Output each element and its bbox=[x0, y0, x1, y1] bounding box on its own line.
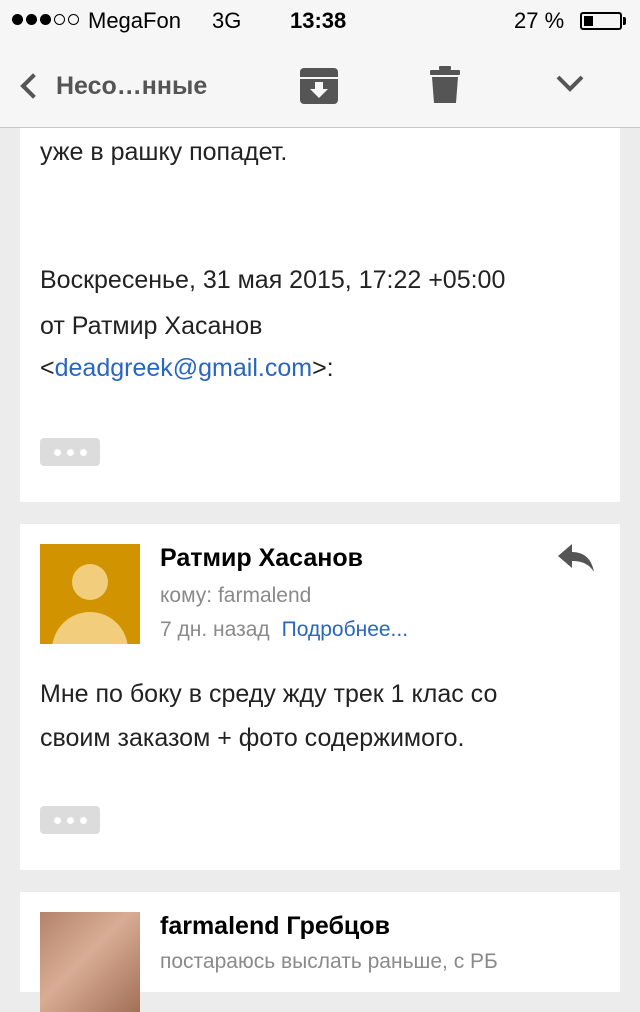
message-preview: постараюсь выслать раньше, с РБ bbox=[160, 950, 498, 973]
avatar bbox=[40, 544, 140, 644]
show-quoted-text-button[interactable] bbox=[40, 438, 100, 466]
details-link[interactable]: Подробнее... bbox=[282, 618, 408, 641]
message-time: 7 дн. назад bbox=[160, 618, 270, 641]
signal-strength-icon bbox=[12, 14, 79, 25]
status-bar: MegaFon 3G 13:38 27 % bbox=[0, 0, 640, 40]
sender-name: Ратмир Хасанов bbox=[160, 544, 364, 572]
quote-header-from: от Ратмир Хасанов bbox=[40, 312, 263, 340]
quote-header-date: Воскресенье, 31 мая 2015, 17:22 +05:00 bbox=[40, 266, 506, 294]
back-button[interactable]: Несо…нные bbox=[16, 66, 207, 106]
message-body-line: своим заказом + фото содержимого. bbox=[40, 724, 465, 752]
chevron-down-icon[interactable] bbox=[556, 74, 584, 92]
mail-toolbar: Несо…нные bbox=[0, 40, 640, 128]
chevron-left-icon bbox=[20, 73, 46, 99]
battery-percentage: 27 % bbox=[514, 8, 565, 33]
message-body-line: Мне по боку в среду жду трек 1 клас со bbox=[40, 680, 498, 708]
network-type: 3G bbox=[212, 8, 242, 33]
battery-icon bbox=[580, 12, 622, 30]
archive-icon[interactable] bbox=[300, 68, 338, 104]
trash-icon[interactable] bbox=[430, 66, 460, 104]
recipient-line: кому: farmalend bbox=[160, 584, 312, 607]
clock: 13:38 bbox=[290, 8, 347, 33]
quote-header-email-line: <deadgreek@gmail.com>: bbox=[40, 346, 334, 390]
message-body-line: уже в рашку попадет. bbox=[40, 138, 288, 166]
avatar-head bbox=[72, 564, 108, 600]
email-bracket-open: < bbox=[40, 354, 55, 382]
time-line: 7 дн. назад Подробнее... bbox=[160, 618, 408, 642]
avatar-body bbox=[52, 612, 128, 644]
email-bracket-close: >: bbox=[312, 354, 334, 382]
back-button-label: Несо…нные bbox=[56, 71, 208, 100]
avatar bbox=[40, 912, 140, 1012]
message-card[interactable]: farmalend Гребцов постараюсь выслать ран… bbox=[20, 892, 620, 1012]
reply-icon[interactable] bbox=[556, 542, 596, 574]
sender-name: farmalend Гребцов bbox=[160, 912, 390, 940]
show-quoted-text-button[interactable] bbox=[40, 806, 100, 834]
message-card: уже в рашку попадет. Воскресенье, 31 мая… bbox=[20, 128, 620, 502]
battery-tip bbox=[623, 17, 626, 25]
carrier-name: MegaFon bbox=[88, 8, 181, 33]
email-link[interactable]: deadgreek@gmail.com bbox=[55, 354, 312, 382]
battery-level-fill bbox=[584, 16, 594, 26]
message-card: Ратмир Хасанов кому: farmalend 7 дн. наз… bbox=[20, 524, 620, 870]
